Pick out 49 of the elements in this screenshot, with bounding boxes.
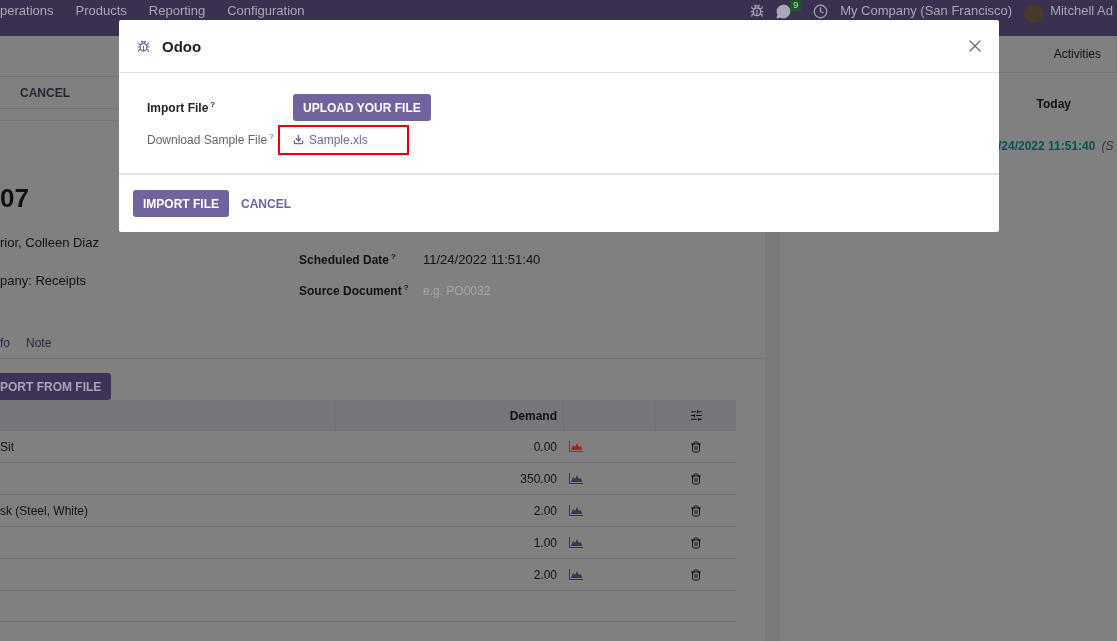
field-label: Import File $^{?}$ — [147, 100, 217, 115]
bug-icon[interactable] — [750, 4, 765, 18]
area-chart-icon[interactable] — [569, 473, 583, 484]
demand-value: 0.00 — [533, 439, 557, 454]
trash-icon[interactable] — [689, 440, 702, 453]
trash-icon[interactable] — [689, 504, 702, 517]
area-chart-icon[interactable] — [569, 537, 583, 548]
bug-icon — [137, 39, 150, 53]
dialog-title: Odoo — [162, 37, 202, 55]
sliders-icon[interactable] — [689, 409, 703, 422]
area-chart-icon[interactable] — [569, 505, 583, 516]
demand-value: 1.00 — [533, 535, 557, 550]
import-from-file-button[interactable]: PORT FROM FILE — [0, 373, 112, 400]
form-tab[interactable]: fo — [0, 336, 10, 350]
field-label: Scheduled Date $^{?}$ — [299, 252, 397, 267]
user-name[interactable]: Mitchell Ad — [1050, 4, 1113, 18]
import-file-button[interactable]: IMPORT FILE — [133, 190, 229, 217]
demand-value: 350.00 — [520, 471, 557, 486]
field-value: rior, Colleen Diaz — [0, 235, 99, 250]
menu-item[interactable]: Configuration — [227, 4, 305, 18]
menu-item[interactable]: Reporting — [148, 4, 206, 18]
trash-icon[interactable] — [689, 536, 702, 549]
sample-file-link[interactable]: Sample.xls — [293, 132, 368, 147]
form-tab[interactable]: Note — [26, 336, 52, 350]
menu-item[interactable]: Products — [75, 4, 127, 18]
date-separator: Today — [1036, 97, 1071, 111]
field-value: pany: Receipts — [0, 273, 86, 288]
trash-icon[interactable] — [689, 568, 702, 581]
record-title: 07 — [0, 183, 29, 213]
product-name: Sit — [0, 439, 14, 454]
trash-icon[interactable] — [689, 472, 702, 485]
chat-icon[interactable] — [776, 3, 792, 19]
clock-icon[interactable] — [813, 3, 829, 19]
menu-item[interactable]: perations — [0, 4, 54, 18]
column-header[interactable]: Demand — [509, 408, 557, 423]
demand-value: 2.00 — [533, 503, 557, 518]
area-chart-icon[interactable] — [569, 569, 583, 580]
demand-value: 2.00 — [533, 567, 557, 582]
product-name: sk (Steel, White) — [0, 503, 89, 518]
download-icon — [293, 134, 304, 145]
field-label: Source Document $^{?}$ — [299, 283, 410, 298]
field-value[interactable]: 11/24/2022 11:51:40 — [423, 252, 541, 267]
cancel-button[interactable]: CANCEL — [20, 85, 70, 100]
message-count: 9 — [790, 0, 802, 11]
activity-note: (S — [1101, 139, 1114, 153]
company-name[interactable]: My Company (San Francisco) — [840, 4, 1013, 18]
upload-button[interactable]: UPLOAD YOUR FILE — [293, 94, 431, 121]
cancel-button[interactable]: CANCEL — [241, 196, 291, 211]
field-label: Download Sample File $^{?}$ — [147, 132, 275, 147]
